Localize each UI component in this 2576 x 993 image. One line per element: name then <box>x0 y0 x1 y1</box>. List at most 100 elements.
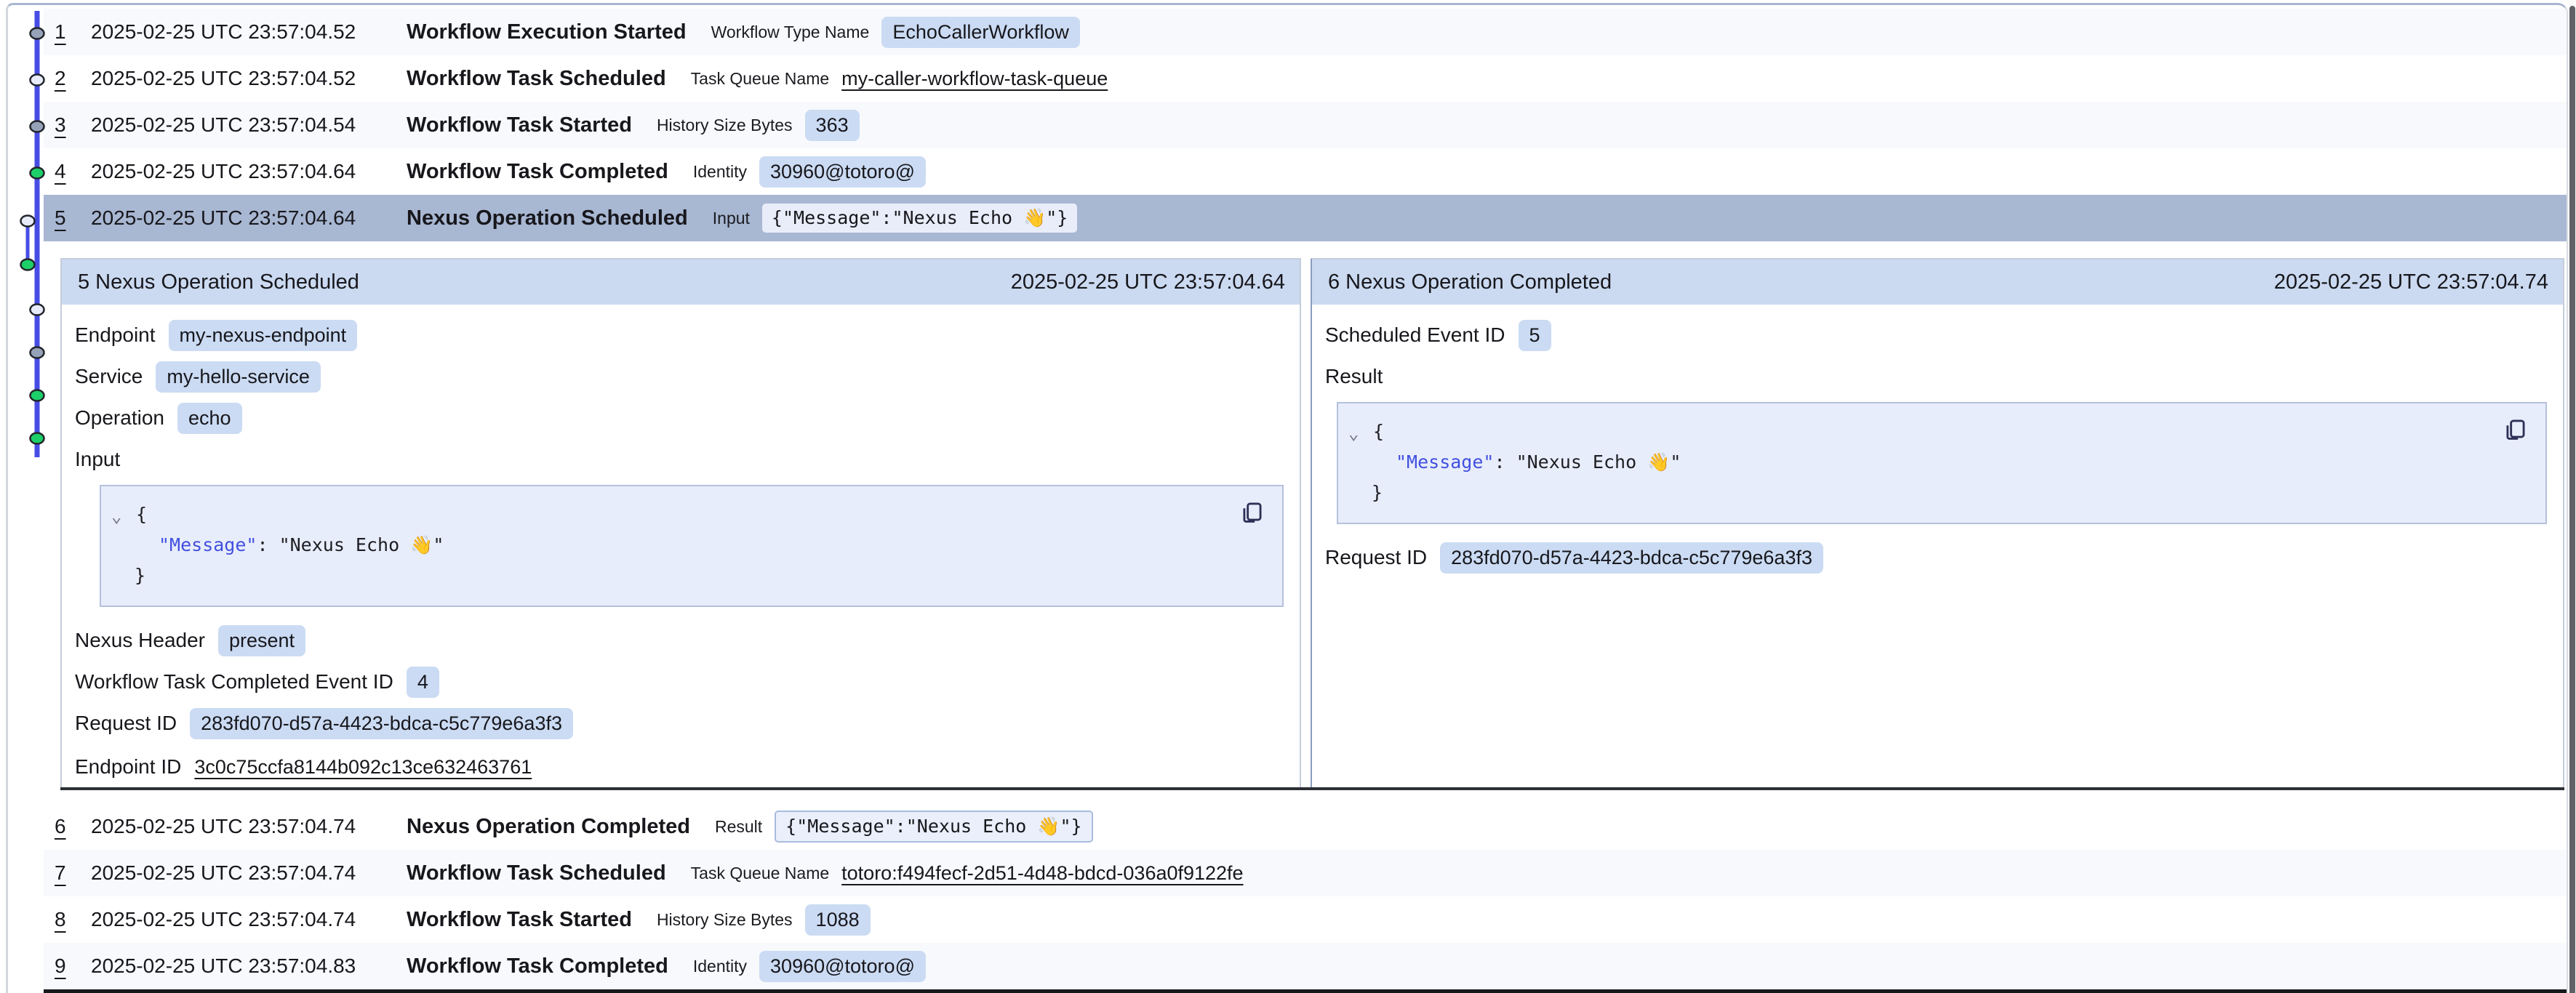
attribute-label: Input <box>713 209 750 228</box>
event-row[interactable]: 12025-02-25 UTC 23:57:04.52Workflow Exec… <box>44 9 2568 55</box>
attribute-value-badge: 30960@totoro@ <box>759 951 926 982</box>
event-id-link[interactable]: 3 <box>55 113 66 136</box>
panel-title: 5 Nexus Operation Scheduled <box>78 270 359 294</box>
attribute-label: Result <box>715 817 762 837</box>
json-key: "Message" <box>1396 451 1494 473</box>
json-line: ⌄{ <box>1348 417 2528 447</box>
attribute-value-link[interactable]: my-caller-workflow-task-queue <box>841 68 1108 90</box>
attribute-label: History Size Bytes <box>657 910 793 930</box>
event-row[interactable]: 32025-02-25 UTC 23:57:04.54Workflow Task… <box>44 102 2568 148</box>
detail-field-label: Workflow Task Completed Event ID <box>75 670 393 694</box>
event-name: Workflow Execution Started <box>407 20 687 44</box>
attribute-label: Workflow Type Name <box>711 23 870 42</box>
event-id-link[interactable]: 7 <box>55 861 66 884</box>
attribute-value-code-badge: {"Message":"Nexus Echo 👋"} <box>775 811 1092 843</box>
panel-divider-gap <box>1301 258 1311 787</box>
detail-field: Endpoint ID 3c0c75ccfa8144b092c13ce632463… <box>75 751 1285 783</box>
event-id-cell: 1 <box>55 20 91 44</box>
event-name: Workflow Task Started <box>407 908 632 932</box>
attribute-label: Task Queue Name <box>691 864 829 883</box>
json-value: "Nexus Echo 👋" <box>279 534 444 555</box>
event-row[interactable]: 52025-02-25 UTC 23:57:04.64Nexus Operati… <box>44 195 2568 241</box>
attribute-value-badge: 283fd070-d57a-4423-bdca-c5c779e6a3f3 <box>190 708 573 739</box>
timeline-event-dot-started[interactable] <box>31 121 44 132</box>
detail-field-label: Input <box>75 448 120 471</box>
detail-field: Result <box>1325 361 2548 393</box>
event-name: Workflow Task Started <box>407 113 632 137</box>
detail-field-label: Result <box>1325 365 1383 388</box>
event-timestamp: 2025-02-25 UTC 23:57:04.64 <box>91 160 407 183</box>
json-colon: : <box>257 534 279 555</box>
panel-timestamp: 2025-02-25 UTC 23:57:04.74 <box>2274 270 2548 294</box>
workflow-timeline-graph <box>8 5 56 485</box>
scrollbar-track[interactable] <box>2569 0 2576 993</box>
timeline-event-dot-started[interactable] <box>31 28 44 39</box>
attribute-value-badge: echo <box>177 403 242 434</box>
detail-field: Nexus Headerpresent <box>75 624 1285 656</box>
event-rows-bottom: 62025-02-25 UTC 23:57:04.74Nexus Operati… <box>44 803 2568 993</box>
timeline-event-dot-started[interactable] <box>31 347 44 358</box>
event-timestamp: 2025-02-25 UTC 23:57:04.74 <box>91 861 407 885</box>
event-row[interactable]: 22025-02-25 UTC 23:57:04.52Workflow Task… <box>44 55 2568 102</box>
event-name: Workflow Task Scheduled <box>407 67 666 91</box>
attribute-label: Task Queue Name <box>691 69 829 89</box>
event-id-link[interactable]: 5 <box>55 206 66 229</box>
panel-header[interactable]: 6 Nexus Operation Completed 2025-02-25 U… <box>1312 260 2563 305</box>
timeline-event-dot-completed[interactable] <box>21 260 35 270</box>
event-id-link[interactable]: 1 <box>55 20 66 43</box>
panel-title: 6 Nexus Operation Completed <box>1328 270 1612 294</box>
event-row[interactable]: 42025-02-25 UTC 23:57:04.64Workflow Task… <box>44 148 2568 195</box>
event-id-cell: 7 <box>55 861 91 885</box>
event-id-link[interactable]: 6 <box>55 815 66 837</box>
detail-field-label: Operation <box>75 406 164 430</box>
attribute-label: History Size Bytes <box>657 116 793 135</box>
json-code-block: ⌄{"Message": "Nexus Echo 👋"} <box>1337 402 2547 524</box>
json-code-block: ⌄{"Message": "Nexus Echo 👋"} <box>100 485 1284 607</box>
attribute-value-badge: 283fd070-d57a-4423-bdca-c5c779e6a3f3 <box>1440 542 1823 574</box>
event-id-link[interactable]: 4 <box>55 160 66 182</box>
event-id-link[interactable]: 9 <box>55 954 66 977</box>
event-timestamp: 2025-02-25 UTC 23:57:04.74 <box>91 908 407 931</box>
timeline-event-dot-completed[interactable] <box>31 168 44 179</box>
detail-field: Request ID283fd070-d57a-4423-bdca-c5c779… <box>1325 542 2548 574</box>
timeline-event-dot-scheduled[interactable] <box>21 216 35 227</box>
timeline-event-dot-completed[interactable] <box>31 433 44 444</box>
detail-field-label: Endpoint ID <box>75 755 181 779</box>
chevron-down-icon[interactable]: ⌄ <box>1348 418 1373 449</box>
timeline-event-dot-scheduled[interactable] <box>31 305 44 315</box>
event-row[interactable]: 62025-02-25 UTC 23:57:04.74Nexus Operati… <box>44 803 2568 850</box>
json-line: "Message": "Nexus Echo 👋" <box>1348 447 2528 478</box>
json-line: } <box>1348 478 2528 508</box>
json-line: ⌄{ <box>111 499 1265 530</box>
event-id-cell: 2 <box>55 67 91 90</box>
panel-header[interactable]: 5 Nexus Operation Scheduled 2025-02-25 U… <box>62 260 1300 305</box>
event-row[interactable]: 92025-02-25 UTC 23:57:04.83Workflow Task… <box>44 943 2568 989</box>
chevron-down-icon[interactable]: ⌄ <box>111 501 136 531</box>
detail-field: Servicemy-hello-service <box>75 361 1285 393</box>
event-id-cell: 8 <box>55 908 91 931</box>
attribute-value-badge: 1088 <box>805 904 871 936</box>
event-id-cell: 4 <box>55 160 91 183</box>
detail-field: Request ID283fd070-d57a-4423-bdca-c5c779… <box>75 707 1285 739</box>
scrollbar-thumb[interactable] <box>2569 6 2575 993</box>
attribute-value-badge: my-nexus-endpoint <box>169 320 358 351</box>
timeline-event-dot-completed[interactable] <box>31 390 44 401</box>
json-brace: { <box>136 504 147 525</box>
event-id-cell: 9 <box>55 954 91 978</box>
attribute-value-link[interactable]: totoro:f494fecf-2d51-4d48-bdcd-036a0f912… <box>841 862 1243 885</box>
json-value: "Nexus Echo 👋" <box>1516 451 1681 473</box>
event-timestamp: 2025-02-25 UTC 23:57:04.74 <box>91 815 407 838</box>
event-id-link[interactable]: 8 <box>55 908 66 930</box>
copy-icon[interactable] <box>1239 498 1266 526</box>
event-row[interactable]: 72025-02-25 UTC 23:57:04.74Workflow Task… <box>44 850 2568 896</box>
expanded-event-panels: 5 Nexus Operation Scheduled 2025-02-25 U… <box>60 258 2564 790</box>
event-id-cell: 3 <box>55 113 91 137</box>
copy-icon[interactable] <box>2502 415 2529 443</box>
attribute-value-link[interactable]: 3c0c75ccfa8144b092c13ce632463761 <box>194 756 532 779</box>
event-id-link[interactable]: 2 <box>55 67 66 89</box>
event-row[interactable]: 8 2025-02-25 UTC 23:57:04.74Workflow Task… <box>44 896 2568 943</box>
attribute-label: Identity <box>693 162 747 182</box>
panel-body: Scheduled Event ID5Result⌄{"Message": "N… <box>1312 305 2563 583</box>
timeline-event-dot-scheduled[interactable] <box>31 75 44 86</box>
event-name: Workflow Task Completed <box>407 954 668 978</box>
